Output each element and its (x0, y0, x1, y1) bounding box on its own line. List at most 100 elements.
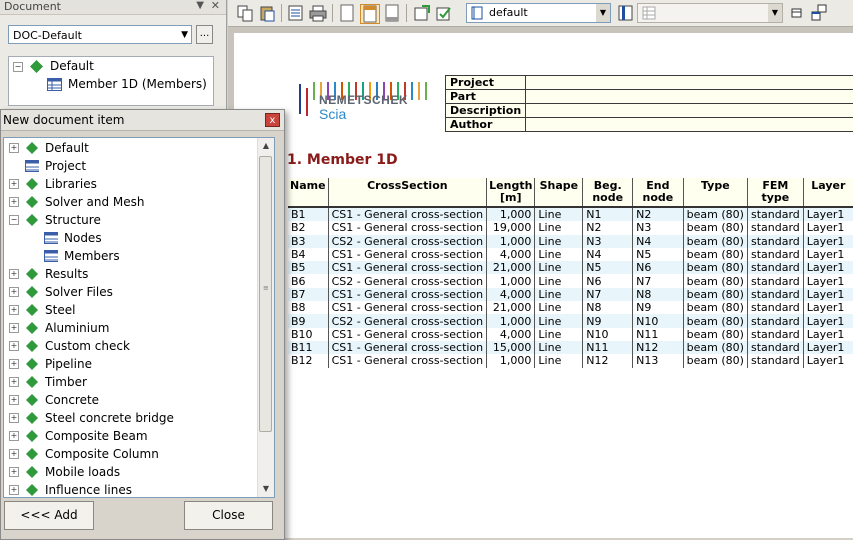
tree-item-label: Steel concrete bridge (45, 409, 174, 427)
page-portrait-icon[interactable] (338, 4, 356, 22)
page-footer-icon[interactable] (383, 4, 401, 22)
tree-item-composite-beam[interactable]: +Composite Beam (4, 427, 256, 445)
tree-item-libraries[interactable]: +Libraries (4, 175, 256, 193)
table-layout-icon[interactable] (788, 4, 806, 22)
table-cell: Layer1 (803, 301, 853, 314)
table-cell: Layer1 (803, 261, 853, 274)
tree-item-default[interactable]: +Default (4, 139, 256, 157)
table-cell: N1 (583, 207, 633, 221)
tree-item-structure[interactable]: −Structure (4, 211, 256, 229)
document-select-value: DOC-Default (13, 29, 82, 42)
vertical-scrollbar[interactable]: ▲ ≡ ▼ (257, 138, 274, 497)
expand-icon[interactable]: + (9, 341, 19, 351)
document-select[interactable]: DOC-Default ▼ (8, 25, 192, 44)
add-button[interactable]: <<< Add (4, 501, 94, 530)
info-value (526, 76, 853, 90)
table-cell: N8 (633, 288, 684, 301)
expand-icon[interactable]: + (9, 179, 19, 189)
tree-item-concrete[interactable]: +Concrete (4, 391, 256, 409)
dropdown-arrow-icon[interactable]: ▼ (596, 4, 610, 22)
table-cell: CS1 - General cross-section (328, 261, 487, 274)
tree-item-steel[interactable]: +Steel (4, 301, 256, 319)
table-cell: B7 (288, 288, 328, 301)
expand-icon[interactable]: + (9, 413, 19, 423)
tree-item-label: Results (45, 265, 88, 283)
table-cell: Line (535, 235, 583, 248)
table-row: B3CS2 - General cross-section1,000LineN3… (288, 235, 853, 248)
style-editor-icon[interactable] (617, 4, 635, 22)
close-button[interactable]: Close (184, 501, 273, 530)
table-cell: 1,000 (487, 354, 535, 367)
section-title: 1. Member 1D (287, 152, 398, 168)
tree-item-nodes[interactable]: Nodes (4, 229, 256, 247)
tree-item-steel-concrete-bridge[interactable]: + Steel concrete bridge (4, 409, 256, 427)
preview-icon[interactable] (287, 4, 305, 22)
expand-icon[interactable]: + (9, 323, 19, 333)
expand-icon[interactable]: + (9, 269, 19, 279)
table-cell: beam (80) (683, 314, 747, 327)
refresh-icon[interactable] (413, 4, 431, 22)
expand-icon[interactable]: + (9, 377, 19, 387)
scroll-thumb[interactable]: ≡ (259, 156, 272, 432)
regenerate-icon[interactable] (435, 4, 453, 22)
table-cell: N3 (583, 235, 633, 248)
tree-item-timber[interactable]: +Timber (4, 373, 256, 391)
column-header: Length [m] (487, 178, 535, 207)
tree-item-custom-check[interactable]: + Custom check (4, 337, 256, 355)
expand-icon[interactable]: + (9, 305, 19, 315)
tree-item-composite-column[interactable]: +Composite Column (4, 445, 256, 463)
paste-icon[interactable] (258, 4, 276, 22)
expand-icon[interactable]: + (9, 431, 19, 441)
copy-icon[interactable] (236, 4, 254, 22)
tree-item-members[interactable]: Members (4, 247, 256, 265)
expand-icon[interactable]: + (9, 449, 19, 459)
tree-item-results[interactable]: + Results (4, 265, 256, 283)
dropdown-arrow-icon[interactable]: ▼ (768, 4, 782, 22)
tree-item-solver-and-mesh[interactable]: +Solver and Mesh (4, 193, 256, 211)
expand-icon[interactable]: + (9, 395, 19, 405)
tree-item-project[interactable]: Project (4, 157, 256, 175)
table-cell: standard (747, 301, 803, 314)
tree-item-pipeline[interactable]: +Pipeline (4, 355, 256, 373)
diamond-icon (25, 411, 39, 425)
style-select[interactable]: default ▼ (466, 3, 611, 23)
windows-icon[interactable] (810, 4, 828, 22)
template-select[interactable]: ▼ (637, 3, 783, 23)
table-cell: Line (535, 341, 583, 354)
panel-close-icon[interactable]: ✕ (211, 0, 220, 12)
tree-item-label: Custom check (45, 337, 130, 355)
tree-item-solver-files[interactable]: +Solver Files (4, 283, 256, 301)
tree-item-mobile-loads[interactable]: +Mobile loads (4, 463, 256, 481)
tree-item-aluminium[interactable]: +Aluminium (4, 319, 256, 337)
diamond-icon (25, 321, 39, 335)
scroll-up-icon[interactable]: ▲ (258, 138, 274, 154)
info-label: Part (446, 90, 526, 104)
pin-icon[interactable]: ▼ (196, 0, 204, 11)
dropdown-arrow-icon[interactable]: ▼ (181, 26, 188, 45)
document-more-button[interactable]: ... (196, 25, 213, 44)
collapse-icon[interactable]: − (9, 215, 19, 225)
close-icon[interactable]: x (265, 113, 280, 127)
expand-icon[interactable]: + (9, 467, 19, 477)
table-cell: beam (80) (683, 328, 747, 341)
expand-icon[interactable]: + (9, 287, 19, 297)
table-cell: Layer1 (803, 248, 853, 261)
document-tree[interactable]: − Default Member 1D (Members) (8, 56, 214, 106)
print-icon[interactable] (309, 4, 327, 22)
tree-item-influence-lines[interactable]: +Influence lines (4, 481, 256, 498)
expand-icon[interactable]: + (9, 359, 19, 369)
table-cell: Line (535, 288, 583, 301)
table-cell: N2 (633, 207, 684, 221)
page-header-icon[interactable] (360, 4, 380, 24)
expand-icon[interactable]: + (9, 197, 19, 207)
document-panel-title-bar: Document ▼ ✕ (0, 0, 226, 15)
table-cell: B5 (288, 261, 328, 274)
collapse-icon[interactable]: − (13, 62, 23, 72)
item-tree[interactable]: +DefaultProject+Libraries+Solver and Mes… (3, 137, 275, 498)
scroll-down-icon[interactable]: ▼ (258, 481, 274, 497)
diamond-icon (25, 465, 39, 479)
expand-icon[interactable]: + (9, 143, 19, 153)
expand-icon[interactable]: + (9, 485, 19, 495)
table-row: B5CS1 - General cross-section21,000LineN… (288, 261, 853, 274)
style-icon (471, 6, 483, 20)
